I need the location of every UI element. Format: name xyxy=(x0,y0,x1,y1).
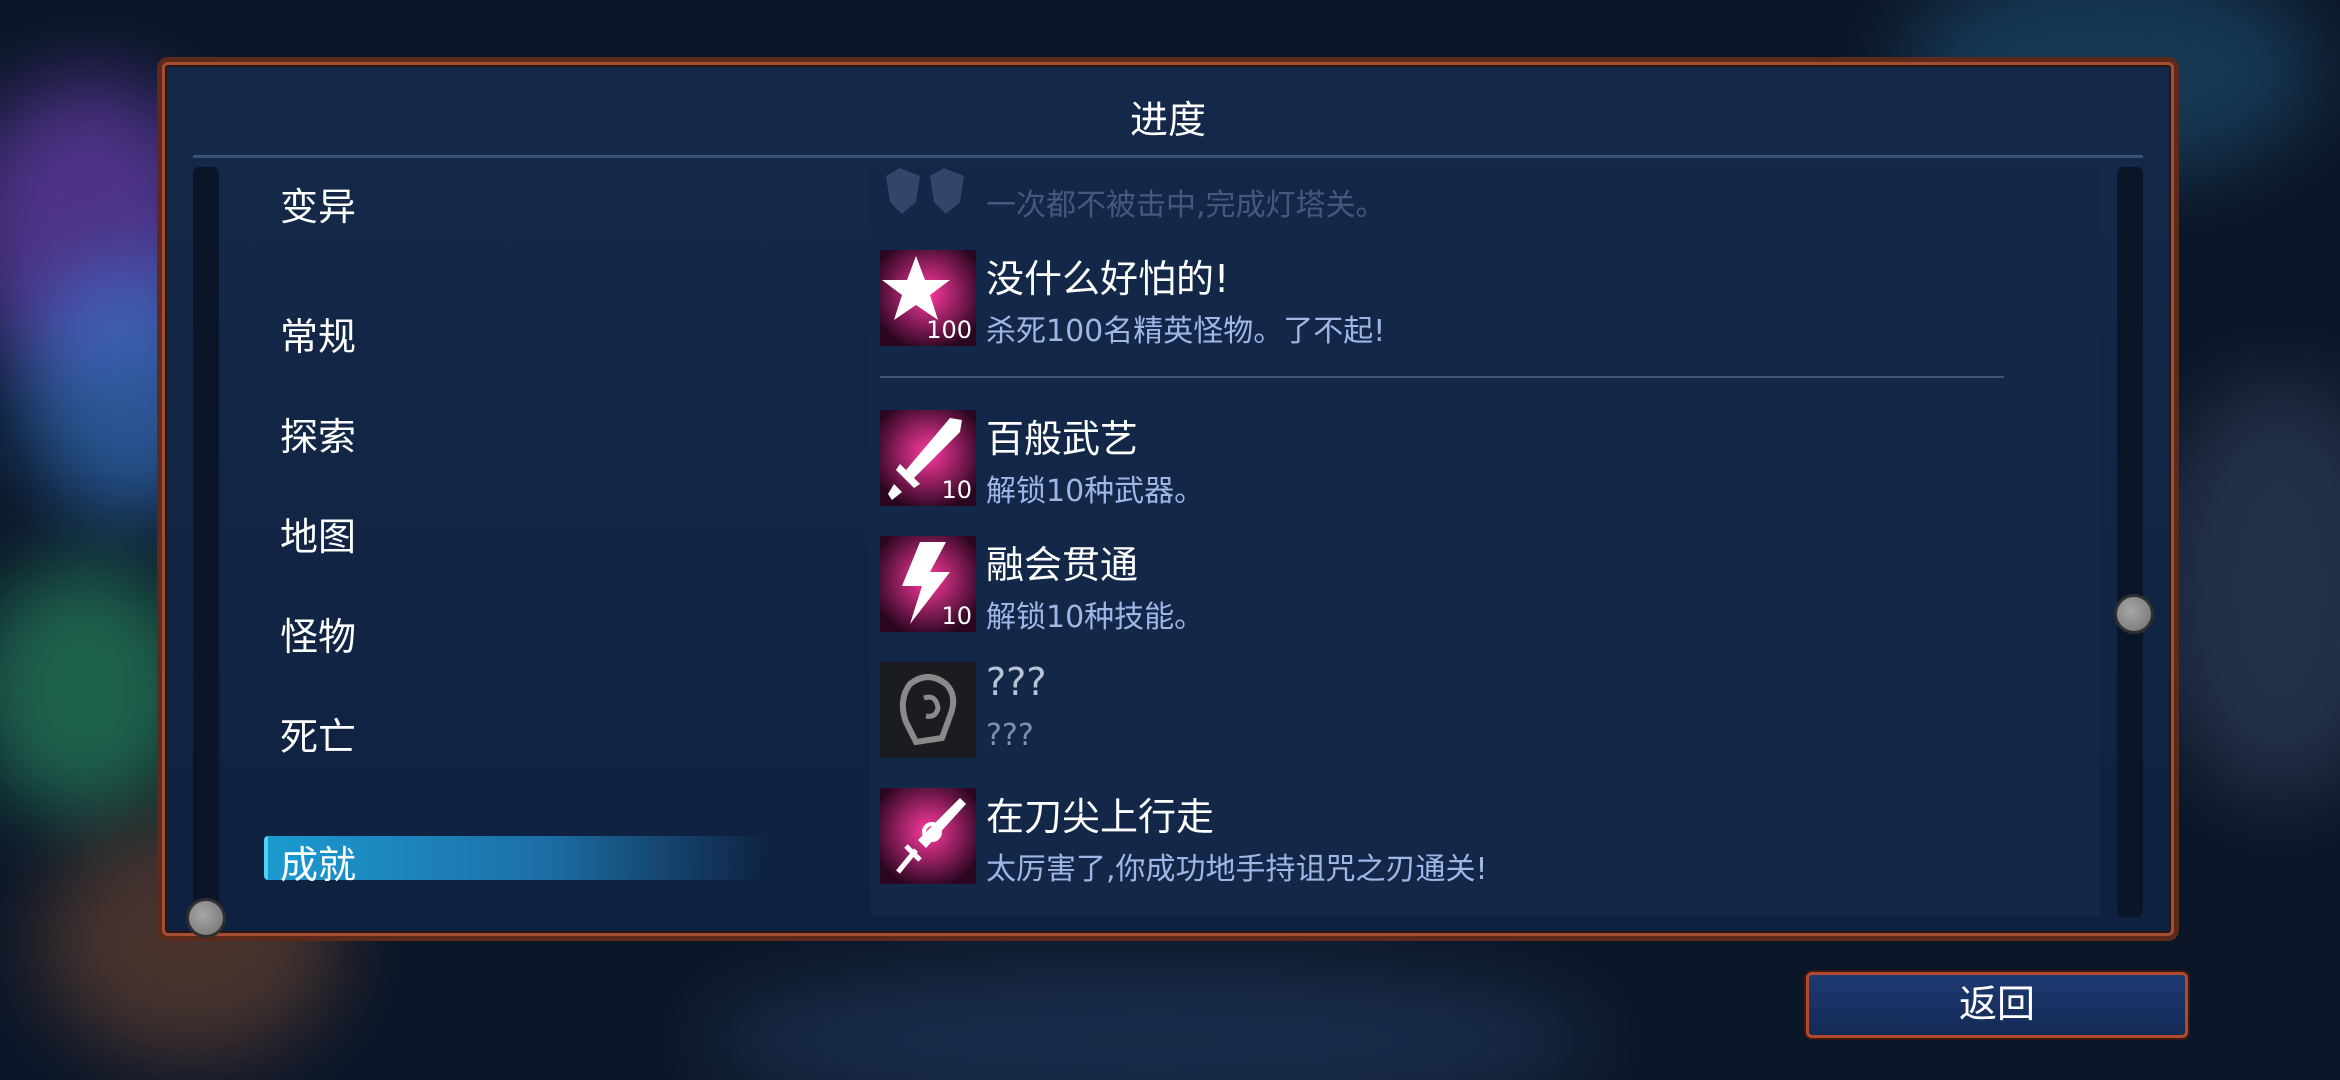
sidebar-item-deaths[interactable]: 死亡 xyxy=(280,706,356,761)
achievement-description: 解锁10种技能。 xyxy=(986,600,1205,635)
achievement-title: 在刀尖上行走 xyxy=(986,795,1215,839)
achievement-description: 杀死100名精英怪物。了不起! xyxy=(986,314,1386,349)
sidebar-item-general[interactable]: 常规 xyxy=(280,306,356,361)
sidebar-item-achievements[interactable]: 成就 xyxy=(280,834,356,889)
title-divider xyxy=(193,155,2143,158)
achievement-title: 融会贯通 xyxy=(986,543,1139,587)
left-scroll-rail[interactable] xyxy=(193,167,219,917)
cursed-blade-icon xyxy=(880,788,976,884)
right-scroll-knob[interactable] xyxy=(2114,594,2154,634)
achievement-counter: 10 xyxy=(941,602,972,630)
achievement-description: 一次都不被击中,完成灯塔关。 xyxy=(986,188,1386,223)
locked-head-icon xyxy=(880,662,976,758)
achievement-title: 没什么好怕的! xyxy=(986,257,1230,301)
right-scroll-rail[interactable] xyxy=(2117,167,2143,917)
sidebar-item-monsters[interactable]: 怪物 xyxy=(280,606,356,661)
lightning-icon: 10 xyxy=(880,536,976,632)
section-divider xyxy=(880,376,2004,378)
star-icon: 100 xyxy=(880,250,976,346)
sidebar-item-mutations[interactable]: 变异 xyxy=(280,176,356,231)
sword-icon: 10 xyxy=(880,410,976,506)
achievement-counter: 10 xyxy=(941,476,972,504)
left-scroll-knob[interactable] xyxy=(186,898,226,938)
achievement-description: 太厉害了,你成功地手持诅咒之刃通关! xyxy=(986,852,1488,887)
panel-title: 进度 xyxy=(1129,98,1206,142)
sidebar-item-map[interactable]: 地图 xyxy=(280,506,356,561)
sidebar-item-exploration[interactable]: 探索 xyxy=(280,406,356,461)
back-button[interactable]: 返回 xyxy=(1806,972,2188,1038)
achievement-counter: 100 xyxy=(926,316,972,344)
achievement-description: 解锁10种武器。 xyxy=(986,474,1205,509)
achievement-description: ??? xyxy=(986,718,1034,753)
achievement-title: ??? xyxy=(986,660,1047,704)
mask-icon xyxy=(880,162,976,222)
achievement-title: 百般武艺 xyxy=(986,417,1139,461)
